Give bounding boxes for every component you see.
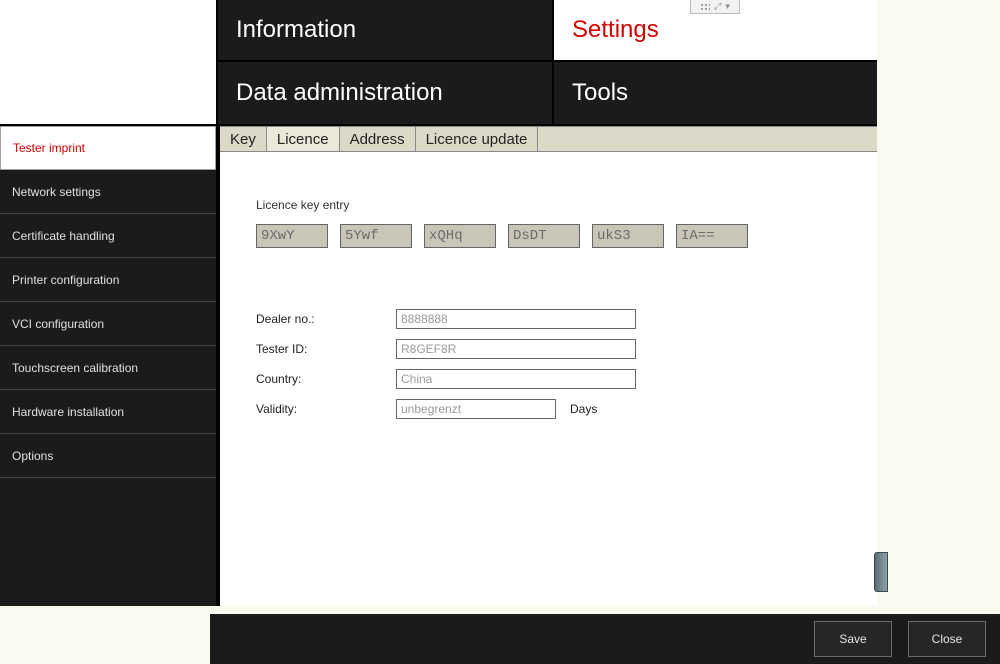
- licence-panel: Licence key entry Dealer no.: Tester ID:…: [220, 152, 877, 424]
- window-resize-handle[interactable]: ⤢ ▾: [690, 0, 740, 14]
- close-button[interactable]: Close: [908, 621, 986, 657]
- sidebar-item-hardware-installation[interactable]: Hardware installation: [0, 390, 216, 434]
- subtab-licence-update[interactable]: Licence update: [416, 127, 539, 151]
- tester-id-field[interactable]: [396, 339, 636, 359]
- validity-field[interactable]: [396, 399, 556, 419]
- chevron-down-icon: ▾: [725, 2, 730, 11]
- licence-key-part-6[interactable]: [676, 224, 748, 248]
- sidebar-item-tester-imprint[interactable]: Tester imprint: [0, 126, 216, 170]
- validity-suffix: Days: [570, 402, 597, 416]
- licence-key-part-4[interactable]: [508, 224, 580, 248]
- licence-key-row: [256, 224, 841, 248]
- sidebar-item-network-settings[interactable]: Network settings: [0, 170, 216, 214]
- expand-icon: ⤢: [714, 2, 721, 11]
- dealer-no-label: Dealer no.:: [256, 312, 396, 326]
- tab-information[interactable]: Information: [218, 0, 554, 62]
- country-field[interactable]: [396, 369, 636, 389]
- sidebar-item-options[interactable]: Options: [0, 434, 216, 478]
- sidebar-item-certificate-handling[interactable]: Certificate handling: [0, 214, 216, 258]
- logo-area: [0, 0, 218, 126]
- content-area: Key Licence Address Licence update Licen…: [218, 126, 877, 606]
- subtab-licence[interactable]: Licence: [267, 127, 340, 151]
- dealer-no-field[interactable]: [396, 309, 636, 329]
- top-tabs: Information Settings Data administration…: [0, 0, 877, 126]
- sidebar-item-printer-configuration[interactable]: Printer configuration: [0, 258, 216, 302]
- licence-key-part-3[interactable]: [424, 224, 496, 248]
- grip-icon: [700, 3, 710, 11]
- docked-widget-stub[interactable]: [874, 552, 888, 592]
- licence-key-part-5[interactable]: [592, 224, 664, 248]
- validity-label: Validity:: [256, 402, 396, 416]
- footer-bar: Save Close: [210, 614, 1000, 664]
- sidebar-item-touchscreen-calibration[interactable]: Touchscreen calibration: [0, 346, 216, 390]
- subtab-bar: Key Licence Address Licence update: [220, 126, 877, 152]
- licence-key-part-2[interactable]: [340, 224, 412, 248]
- subtab-address[interactable]: Address: [340, 127, 416, 151]
- tab-tools[interactable]: Tools: [554, 62, 877, 126]
- save-button[interactable]: Save: [814, 621, 892, 657]
- sidebar-item-vci-configuration[interactable]: VCI configuration: [0, 302, 216, 346]
- tab-data-administration[interactable]: Data administration: [218, 62, 554, 126]
- tester-id-label: Tester ID:: [256, 342, 396, 356]
- app-root: Information Settings Data administration…: [0, 0, 1000, 664]
- sidebar: Tester imprint Network settings Certific…: [0, 126, 218, 606]
- licence-key-entry-label: Licence key entry: [256, 198, 841, 212]
- subtab-key[interactable]: Key: [220, 127, 267, 151]
- licence-key-part-1[interactable]: [256, 224, 328, 248]
- country-label: Country:: [256, 372, 396, 386]
